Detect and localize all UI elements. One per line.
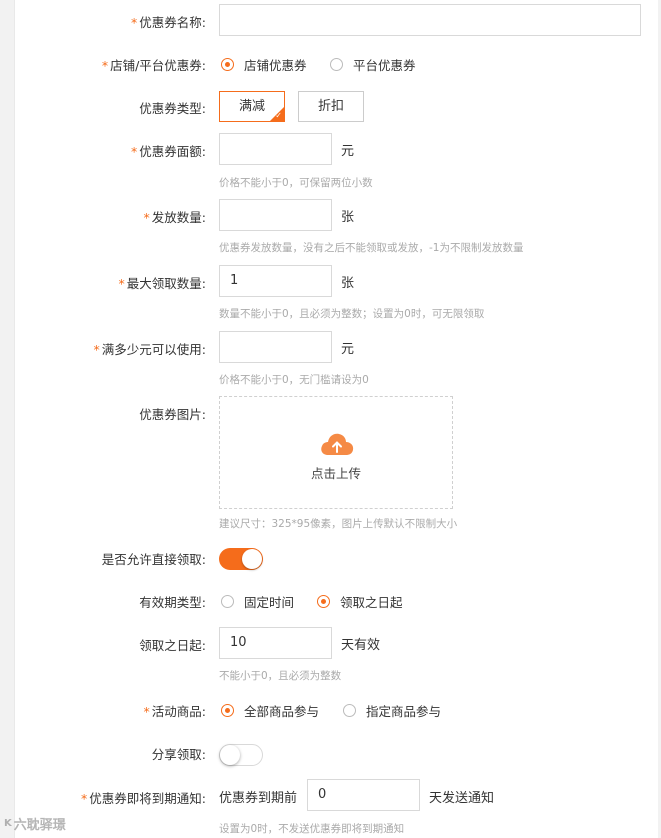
share-claim-toggle[interactable]	[219, 744, 263, 766]
min-spend-unit: 元	[341, 342, 355, 357]
check-icon: ✓	[275, 111, 282, 120]
validity-radio-from-claim[interactable]: 领取之日起	[317, 592, 403, 611]
direct-claim-toggle[interactable]	[219, 548, 263, 570]
toggle-knob	[220, 745, 240, 765]
coupon-name-label: * 优惠券名称:	[131, 15, 206, 30]
issue-qty-hint: 优惠券发放数量，没有之后不能领取或发放，-1为不限制发放数量	[219, 242, 524, 254]
validity-type-label: 有效期类型:	[139, 595, 206, 610]
watermark-text: 六耽驿璟	[13, 818, 66, 833]
direct-claim-label: 是否允许直接领取:	[101, 552, 206, 567]
image-upload-area[interactable]: 点击上传	[219, 396, 453, 509]
upload-label: 点击上传	[310, 466, 361, 481]
expiry-notice-prefix: 优惠券到期前	[219, 791, 298, 806]
goods-label: * 活动商品:	[143, 704, 206, 719]
days-from-claim-unit: 天有效	[341, 638, 381, 653]
coupon-name-input[interactable]	[219, 4, 641, 36]
issue-qty-input[interactable]	[219, 199, 332, 231]
face-value-hint: 价格不能小于0，可保留两位小数	[219, 177, 373, 189]
days-from-claim-hint: 不能小于0，且必须为整数	[219, 670, 342, 682]
max-claim-input[interactable]: 1	[219, 265, 332, 297]
coupon-type-discount-button[interactable]: 折扣	[298, 91, 364, 122]
scope-radio-store[interactable]: 店铺优惠券	[221, 55, 307, 74]
goods-radio-all[interactable]: 全部商品参与	[221, 701, 319, 720]
max-claim-unit: 张	[341, 276, 355, 291]
radio-checked-icon	[317, 595, 330, 608]
issue-qty-unit: 张	[341, 210, 355, 225]
max-claim-label: * 最大领取数量:	[118, 276, 206, 291]
expiry-notice-input[interactable]: 0	[307, 779, 420, 811]
issue-qty-label: * 发放数量:	[143, 210, 206, 225]
cloud-upload-icon	[321, 433, 354, 455]
coupon-type-label: 优惠券类型:	[139, 101, 206, 116]
share-claim-label: 分享领取:	[151, 747, 206, 762]
coupon-type-fullreduce-button[interactable]: 满减 ✓	[219, 91, 285, 122]
radio-unchecked-icon	[343, 704, 356, 717]
validity-radio-fixed[interactable]: 固定时间	[221, 592, 294, 611]
watermark-mark: K	[4, 818, 12, 829]
max-claim-hint: 数量不能小于0，且必须为整数；设置为0时，可无限领取	[219, 308, 485, 320]
radio-checked-icon	[221, 58, 234, 71]
min-spend-input[interactable]	[219, 331, 332, 363]
expiry-notice-suffix: 天发送通知	[429, 791, 495, 806]
days-from-claim-input[interactable]: 10	[219, 627, 332, 659]
min-spend-label: * 满多少元可以使用:	[93, 342, 206, 357]
face-value-unit: 元	[341, 144, 355, 159]
scope-radio-platform[interactable]: 平台优惠券	[330, 55, 416, 74]
radio-checked-icon	[221, 704, 234, 717]
scope-label: * 店铺/平台优惠券:	[101, 58, 206, 73]
expiry-notice-label: * 优惠券即将到期通知:	[81, 791, 206, 806]
face-value-label: * 优惠券面额:	[131, 144, 206, 159]
days-from-claim-label: 领取之日起:	[139, 638, 206, 653]
goods-radio-specified[interactable]: 指定商品参与	[343, 701, 441, 720]
radio-unchecked-icon	[221, 595, 234, 608]
required-mark: *	[131, 15, 138, 30]
toggle-knob	[242, 549, 262, 569]
image-hint: 建议尺寸：325*95像素，图片上传默认不限制大小	[219, 518, 458, 530]
min-spend-hint: 价格不能小于0，无门槛请设为0	[219, 374, 369, 386]
expiry-notice-hint: 设置为0时，不发送优惠券即将到期通知	[219, 823, 405, 835]
radio-unchecked-icon	[330, 58, 343, 71]
watermark: K 六耽驿璟	[4, 814, 66, 833]
image-label: 优惠券图片:	[139, 407, 206, 422]
face-value-input[interactable]	[219, 133, 332, 165]
